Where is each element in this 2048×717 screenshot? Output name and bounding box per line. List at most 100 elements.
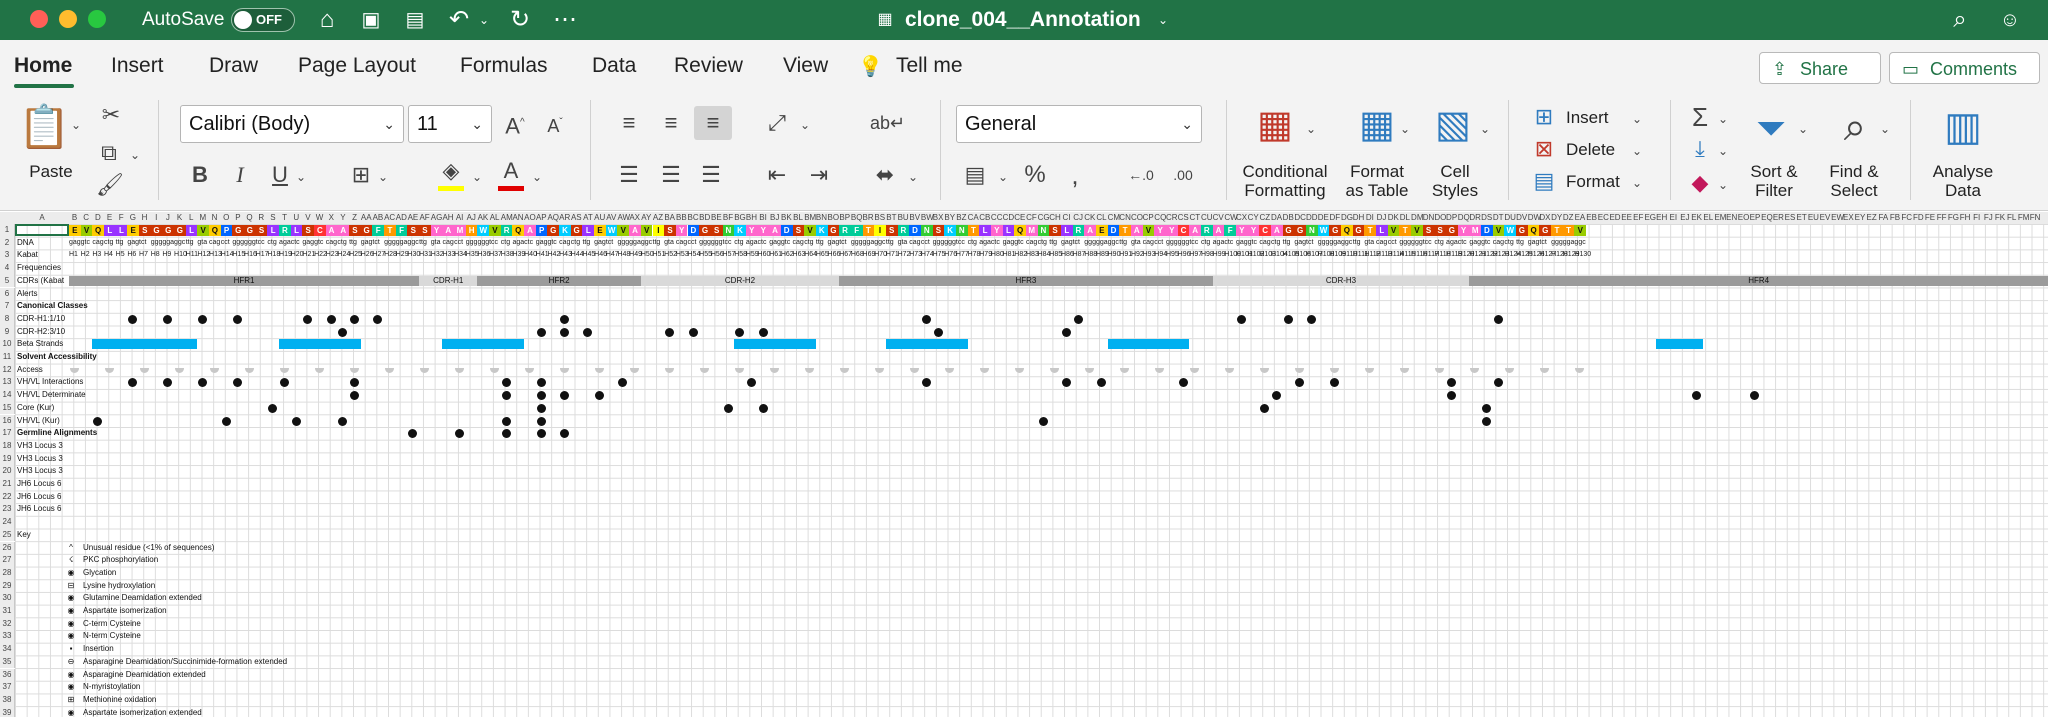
sequence-residue[interactable]: L — [582, 224, 595, 236]
row-header[interactable]: 20 — [0, 465, 15, 478]
column-header[interactable]: BF — [723, 212, 734, 224]
cell-grid[interactable] — [15, 224, 2048, 717]
column-header[interactable]: BB — [676, 212, 687, 224]
column-header[interactable]: DH — [1353, 212, 1365, 224]
dna-cell[interactable]: gag — [302, 237, 314, 250]
dna-cell[interactable]: gga — [162, 237, 174, 250]
percent-icon[interactable]: % — [1020, 162, 1050, 188]
column-header[interactable]: CT — [1189, 212, 1200, 224]
column-header[interactable]: EZ — [1866, 212, 1877, 224]
orientation-chevron-down-icon[interactable]: ⌄ — [798, 112, 812, 138]
sequence-residue[interactable]: Q — [512, 224, 525, 236]
column-header[interactable]: D — [92, 212, 103, 224]
wrap-text-icon[interactable]: ab↵ — [870, 110, 905, 136]
sequence-residue[interactable]: T — [1551, 224, 1563, 236]
dna-cell[interactable]: gta — [197, 237, 207, 250]
increase-decimal-icon[interactable]: ←.0 — [1124, 162, 1158, 188]
dna-cell[interactable]: gta — [1131, 237, 1141, 250]
search-icon[interactable]: ⌕ — [1945, 6, 1975, 34]
dna-cell[interactable]: tcc — [489, 237, 498, 250]
dna-cell[interactable]: gta — [431, 237, 441, 250]
dna-cell[interactable]: ggc — [874, 237, 885, 250]
sequence-residue[interactable]: S — [1434, 224, 1447, 236]
column-header[interactable]: DX — [1539, 212, 1550, 224]
sequence-residue[interactable]: E — [69, 224, 81, 236]
sequence-residue[interactable]: D — [780, 224, 793, 236]
sequence-residue[interactable]: G — [1294, 224, 1306, 236]
dna-cell[interactable]: gag — [536, 237, 548, 250]
dna-cell[interactable]: tct — [606, 237, 613, 250]
dna-cell[interactable]: gag — [769, 237, 781, 250]
tab-draw[interactable]: Draw — [209, 54, 258, 78]
sequence-residue[interactable]: L — [185, 224, 198, 236]
dna-cell[interactable]: cct — [921, 237, 930, 250]
column-header[interactable]: EB — [1586, 212, 1597, 224]
column-header[interactable]: CQ — [1154, 212, 1166, 224]
column-header[interactable]: CS — [1178, 212, 1189, 224]
delete-cells-icon[interactable]: ⊠ — [1530, 136, 1558, 162]
row-header[interactable]: 1 — [0, 224, 15, 237]
bold-button[interactable]: B — [188, 162, 212, 188]
dna-cell[interactable]: gtc — [781, 237, 790, 250]
column-header[interactable]: DA — [1271, 212, 1282, 224]
dna-cell[interactable]: gtc — [1014, 237, 1023, 250]
sequence-residue[interactable]: R — [1200, 224, 1213, 236]
insert-cells-label[interactable]: Insert — [1566, 108, 1626, 127]
sequence-residue[interactable]: K — [559, 224, 571, 236]
column-header[interactable]: L — [186, 212, 197, 224]
column-header[interactable]: EY — [1855, 212, 1866, 224]
row-header[interactable]: 36 — [0, 668, 15, 682]
column-header[interactable]: EP — [1749, 212, 1761, 224]
dna-cell[interactable]: tcc — [723, 237, 732, 250]
save-icon[interactable]: ▣ — [356, 6, 386, 34]
undo-icon[interactable]: ↶ — [444, 6, 474, 34]
dna-cell[interactable]: gga — [629, 237, 641, 250]
column-header[interactable]: BO — [828, 212, 840, 224]
sequence-residue[interactable]: G — [1352, 224, 1365, 236]
dna-cell[interactable]: gag — [1236, 237, 1248, 250]
dna-cell[interactable]: ctg — [968, 237, 977, 250]
dna-cell[interactable]: cag — [676, 237, 687, 250]
dna-cell[interactable]: gtc — [1481, 237, 1490, 250]
column-header[interactable]: AK — [477, 212, 489, 224]
sequence-residue[interactable]: F — [372, 224, 385, 236]
dna-cell[interactable]: ggg — [1166, 237, 1178, 250]
font-color-icon[interactable]: A — [496, 158, 526, 184]
sequence-residue[interactable]: M — [1469, 224, 1482, 236]
sequence-residue[interactable]: L — [1060, 224, 1073, 236]
column-header[interactable]: ET — [1796, 212, 1807, 224]
row-header[interactable]: 31 — [0, 605, 15, 618]
home-icon[interactable]: ⌂ — [312, 6, 342, 34]
cs-chevron-down-icon[interactable]: ⌄ — [1478, 116, 1492, 142]
column-header[interactable]: CC — [991, 212, 1003, 224]
dna-cell[interactable]: tct — [372, 237, 379, 250]
account-icon[interactable]: ☺ — [1995, 6, 2025, 34]
column-header[interactable]: AS — [571, 212, 582, 224]
sequence-residue[interactable]: V — [80, 224, 93, 236]
dna-cell[interactable]: ctc — [1224, 237, 1233, 250]
selected-cell[interactable] — [15, 224, 69, 236]
dna-cell[interactable]: ttg — [116, 237, 124, 250]
dna-cell[interactable]: ctc — [524, 237, 533, 250]
sequence-residue[interactable]: G — [1446, 224, 1458, 236]
row-header[interactable]: 18 — [0, 439, 15, 453]
sequence-residue[interactable]: D — [1107, 224, 1120, 236]
dna-cell[interactable]: gag — [1003, 237, 1015, 250]
merge-center-icon[interactable]: ⬌ — [870, 162, 900, 188]
column-header[interactable]: Q — [244, 212, 255, 224]
column-header[interactable]: ES — [1784, 212, 1796, 224]
column-header[interactable]: AZ — [653, 212, 664, 224]
column-header[interactable]: EA — [1574, 212, 1586, 224]
sequence-residue[interactable]: S — [792, 224, 805, 236]
sequence-residue[interactable]: A — [1212, 224, 1225, 236]
row-header[interactable]: 13 — [0, 376, 15, 390]
sequence-residue[interactable]: S — [419, 224, 431, 236]
sequence-residue[interactable]: Y — [745, 224, 758, 236]
column-header[interactable]: DW — [1528, 212, 1541, 224]
row-header[interactable]: 14 — [0, 389, 15, 402]
find-select-icon[interactable]: ⌕ — [1830, 102, 1880, 152]
sort-filter-label[interactable]: Sort & Filter — [1742, 162, 1806, 200]
sequence-residue[interactable]: R — [1072, 224, 1085, 236]
sequence-residue[interactable]: T — [1562, 224, 1575, 236]
sequence-residue[interactable]: D — [1481, 224, 1493, 236]
